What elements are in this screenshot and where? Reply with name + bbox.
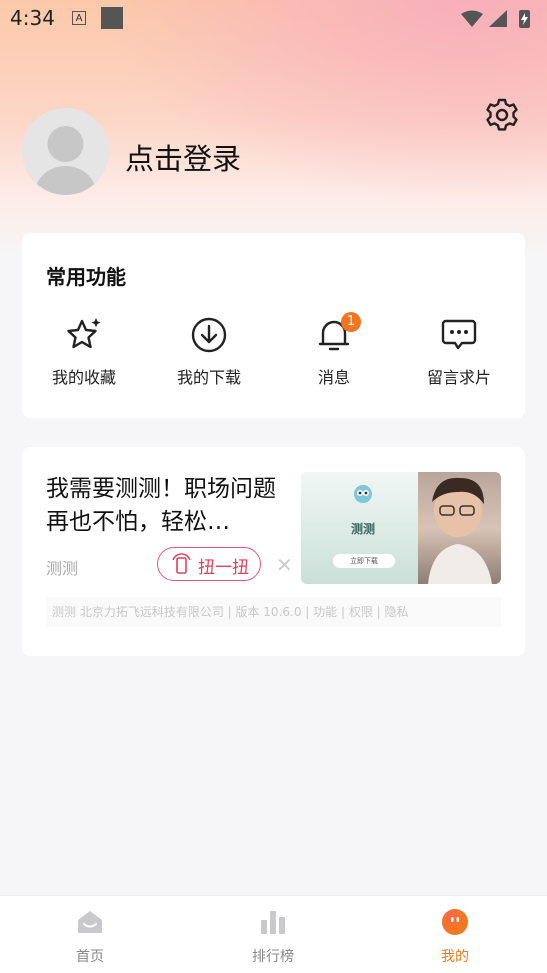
request-movie-button[interactable]: 留言求片 <box>409 316 509 387</box>
my-face-icon <box>442 909 468 935</box>
owl-logo-icon <box>354 485 372 503</box>
avatar[interactable] <box>22 108 109 195</box>
twist-label: 扭一扭 <box>198 558 249 578</box>
tab-mine[interactable]: 我的 <box>395 896 515 973</box>
avatar-placeholder-icon <box>35 126 96 195</box>
tab-label: 排行榜 <box>252 949 294 965</box>
notification-badge: 1 <box>341 312 361 332</box>
tab-home[interactable]: 首页 <box>30 896 150 973</box>
ad-image-person <box>418 472 501 584</box>
chat-bubble-icon <box>441 319 477 350</box>
notification-a-icon: A <box>72 11 86 25</box>
ad-meta-info: 测测 北京力拓飞远科技有限公司 | 版本 10.6.0 | 功能 | 权限 | … <box>46 597 501 627</box>
ad-image-title: 测测 <box>351 522 376 536</box>
phone-shake-icon <box>172 553 191 574</box>
ranking-bars-icon <box>261 911 285 934</box>
login-prompt[interactable]: 点击登录 <box>125 136 241 178</box>
close-icon[interactable]: ✕ <box>276 553 293 577</box>
signal-icon <box>489 10 507 27</box>
ad-image-app-panel: 测测 立即下载 <box>301 472 418 584</box>
notification-square-icon <box>101 7 123 29</box>
favorites-button[interactable]: 我的收藏 <box>34 316 134 387</box>
download-icon <box>191 317 227 353</box>
person-photo <box>428 477 492 584</box>
bottom-tab-bar: 首页 排行榜 我的 <box>0 895 547 973</box>
star-sparkle-icon <box>67 318 101 349</box>
wifi-icon <box>461 10 483 27</box>
ad-card[interactable]: 我需要测测！职场问题再也不怕，轻松… 测测 扭一扭 ✕ 测测 立即下载 测测 北… <box>22 447 525 656</box>
home-icon <box>78 911 102 933</box>
status-bar: 4:34 A <box>0 0 547 38</box>
ad-image[interactable]: 测测 立即下载 <box>301 472 501 584</box>
downloads-button[interactable]: 我的下载 <box>159 316 259 387</box>
status-time: 4:34 <box>10 6 55 30</box>
ad-image-download: 立即下载 <box>333 554 395 568</box>
tab-ranking[interactable]: 排行榜 <box>213 896 333 973</box>
messages-button[interactable]: 1 消息 <box>284 312 384 387</box>
status-icons <box>461 10 530 28</box>
gear-icon[interactable] <box>484 97 520 133</box>
twist-button[interactable]: 扭一扭 <box>157 547 261 581</box>
tab-label: 首页 <box>76 949 104 965</box>
card-title: 常用功能 <box>46 265 126 289</box>
tab-label: 我的 <box>441 949 469 965</box>
func-label: 留言求片 <box>426 368 491 387</box>
func-label: 消息 <box>317 368 350 387</box>
func-label: 我的收藏 <box>51 368 116 387</box>
ad-brand: 测测 <box>46 559 79 578</box>
func-label: 我的下载 <box>176 368 241 387</box>
ad-headline[interactable]: 我需要测测！职场问题再也不怕，轻松… <box>46 473 291 539</box>
common-functions-card: 常用功能 我的收藏 我的下载 1 消息 留言求片 <box>22 233 525 418</box>
